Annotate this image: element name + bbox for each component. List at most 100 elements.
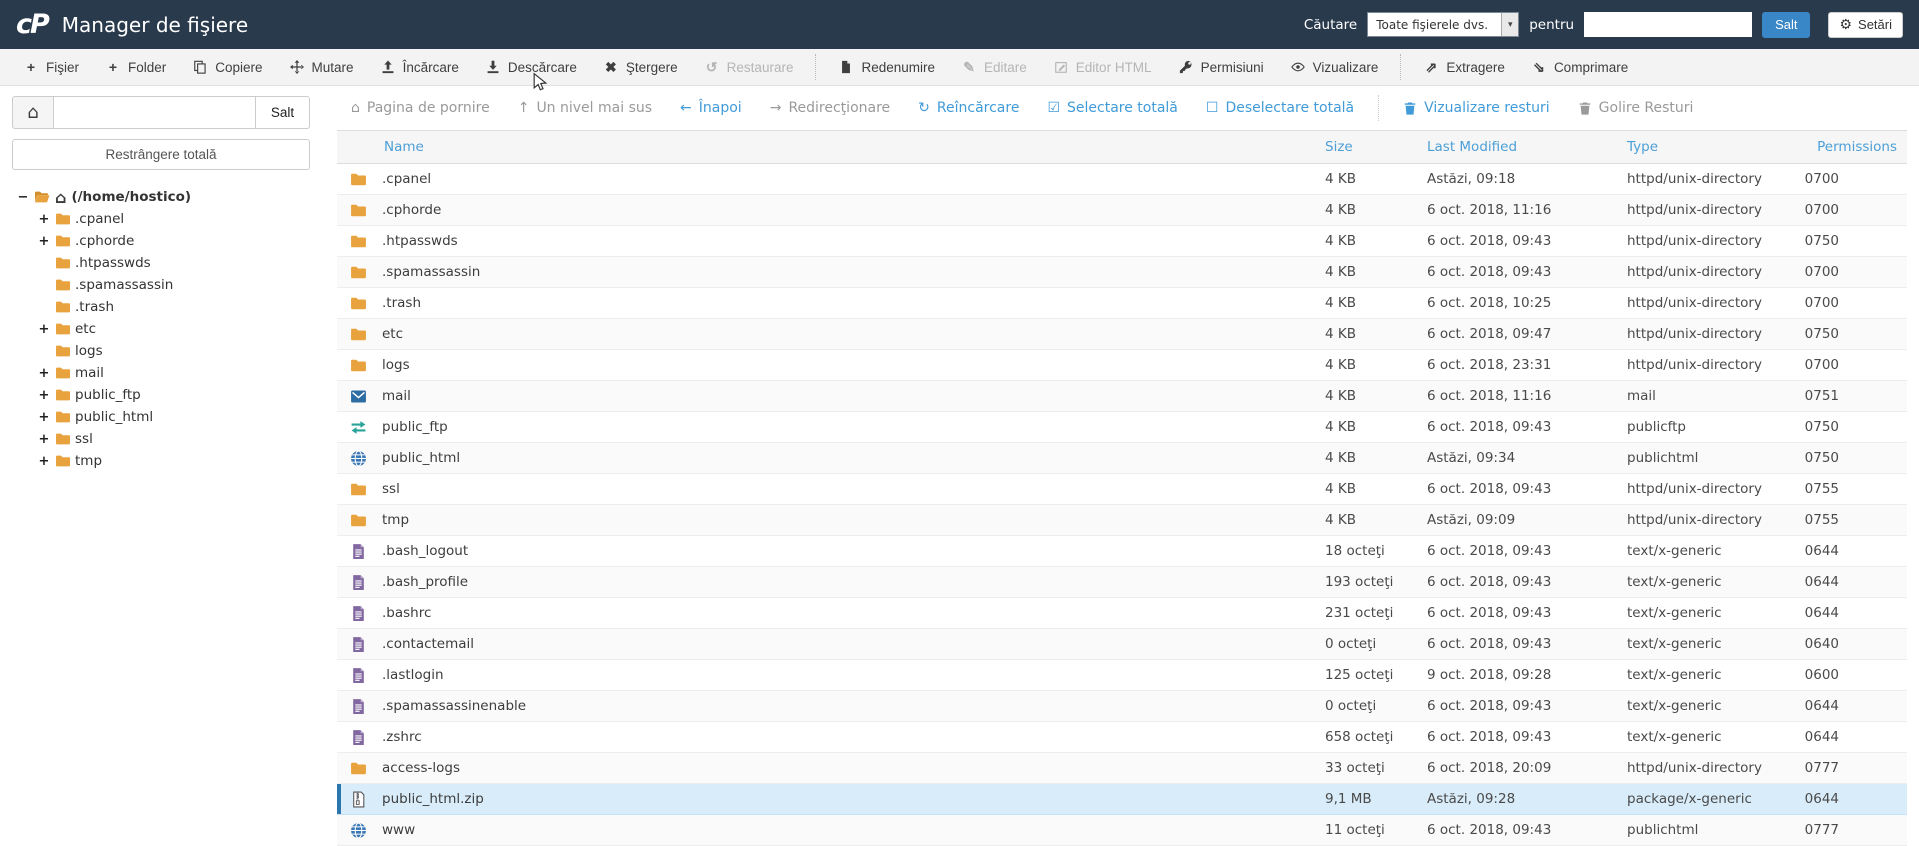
zip-icon — [350, 791, 367, 808]
home-button[interactable]: ⌂ — [12, 96, 54, 129]
column-header-size[interactable]: Size — [1311, 131, 1413, 164]
folder-icon — [55, 255, 71, 271]
file-row-.spamassassin[interactable]: .spamassassin4 KB6 oct. 2018, 09:43httpd… — [337, 257, 1907, 288]
file-row-.bashrc[interactable]: .bashrc231 octeţi6 oct. 2018, 09:43text/… — [337, 598, 1907, 629]
path-go-button[interactable]: Salt — [256, 96, 310, 129]
collapse-all-button[interactable]: Restrângere totală — [12, 139, 310, 170]
tree-item-public_ftp[interactable]: +public_ftp — [16, 384, 310, 406]
nav-link-selectare-totală[interactable]: ☑Selectare totală — [1033, 100, 1191, 116]
file-row-.lastlogin[interactable]: .lastlogin125 octeţi9 oct. 2018, 09:28te… — [337, 660, 1907, 691]
expand-expander-icon[interactable]: + — [37, 388, 51, 403]
file-row-www[interactable]: www11 octeţi6 oct. 2018, 09:43publichtml… — [337, 815, 1907, 846]
settings-button[interactable]: ⚙ Setări — [1828, 12, 1903, 38]
toolbar-button-redenumire[interactable]: Redenumire — [825, 49, 948, 85]
toolbar-button-label: Editare — [984, 60, 1027, 75]
sidebar-path-bar: ⌂ Salt — [12, 96, 310, 129]
toolbar-button-folder[interactable]: +Folder — [92, 49, 179, 85]
nav-link-înapoi[interactable]: ←Înapoi — [666, 100, 756, 116]
pencil-icon: ✎ — [961, 59, 977, 76]
search-go-button[interactable]: Salt — [1762, 12, 1810, 38]
expand-expander-icon[interactable]: + — [37, 410, 51, 425]
expand-expander-icon[interactable]: + — [37, 212, 51, 227]
file-row-.zshrc[interactable]: .zshrc658 octeţi6 oct. 2018, 09:43text/x… — [337, 722, 1907, 753]
column-header-permissions[interactable]: Permissions — [1795, 131, 1907, 164]
column-header-last-modified[interactable]: Last Modified — [1413, 131, 1613, 164]
toolbar-button-ştergere[interactable]: ✖Ştergere — [590, 49, 691, 85]
file-row-.bash_logout[interactable]: .bash_logout18 octeţi6 oct. 2018, 09:43t… — [337, 536, 1907, 567]
file-row-.trash[interactable]: .trash4 KB6 oct. 2018, 10:25httpd/unix-d… — [337, 288, 1907, 319]
toolbar-button-încărcare[interactable]: Încărcare — [367, 49, 472, 85]
column-header-name[interactable]: Name — [337, 131, 1311, 164]
folder-open-icon — [34, 189, 50, 205]
file-name-wrap: mail — [337, 388, 1311, 405]
file-name: .bashrc — [382, 605, 431, 621]
expand-expander-icon[interactable]: + — [37, 432, 51, 447]
file-name-wrap: .bashrc — [337, 605, 1311, 622]
search-label: Căutare — [1304, 17, 1357, 33]
cell-modified: 6 oct. 2018, 09:43 — [1413, 257, 1613, 288]
search-scope-select[interactable]: Toate fişierele dvs. ▾ — [1367, 12, 1519, 37]
toolbar-button-vizualizare[interactable]: Vizualizare — [1277, 49, 1392, 85]
nav-link-deselectare-totală[interactable]: ☐Deselectare totală — [1192, 100, 1368, 116]
expand-expander-icon[interactable]: + — [37, 366, 51, 381]
file-row-.bash_profile[interactable]: .bash_profile193 octeţi6 oct. 2018, 09:4… — [337, 567, 1907, 598]
tree-item-public_html[interactable]: +public_html — [16, 406, 310, 428]
tree-item-logs[interactable]: logs — [16, 340, 310, 362]
toolbar-button-comprimare[interactable]: ⇘Comprimare — [1518, 49, 1641, 85]
tree-item-label: .trash — [75, 299, 114, 315]
file-row-ssl[interactable]: ssl4 KB6 oct. 2018, 09:43httpd/unix-dire… — [337, 474, 1907, 505]
nav-link-reîncărcare[interactable]: ↻Reîncărcare — [904, 100, 1033, 116]
expand-expander-icon[interactable]: + — [37, 322, 51, 337]
file-row-public_html[interactable]: public_html4 KBAstăzi, 09:34publichtml07… — [337, 443, 1907, 474]
file-row-logs[interactable]: logs4 KB6 oct. 2018, 23:31httpd/unix-dir… — [337, 350, 1907, 381]
cell-size: 231 octeţi — [1311, 598, 1413, 629]
cell-type: httpd/unix-directory — [1613, 257, 1795, 288]
nav-link-label: Deselectare totală — [1225, 100, 1354, 116]
toolbar-button-mutare[interactable]: Mutare — [276, 49, 367, 85]
tree-item-etc[interactable]: +etc — [16, 318, 310, 340]
expand-expander-icon[interactable]: + — [37, 234, 51, 249]
search-input[interactable] — [1584, 12, 1752, 37]
column-header-type[interactable]: Type — [1613, 131, 1795, 164]
file-row-.htpasswds[interactable]: .htpasswds4 KB6 oct. 2018, 09:43httpd/un… — [337, 226, 1907, 257]
tree-item-.spamassassin[interactable]: .spamassassin — [16, 274, 310, 296]
tree-item-homehostico[interactable]: −⌂(/home/hostico) — [16, 186, 310, 208]
file-row-access-logs[interactable]: access-logs33 octeţi6 oct. 2018, 20:09ht… — [337, 753, 1907, 784]
path-input[interactable] — [54, 96, 256, 129]
tree-item-.cphorde[interactable]: +.cphorde — [16, 230, 310, 252]
toolbar-button-copiere[interactable]: Copiere — [179, 49, 275, 85]
file-name: .lastlogin — [382, 667, 444, 683]
cell-modified: 6 oct. 2018, 09:43 — [1413, 412, 1613, 443]
envelope-icon — [350, 388, 367, 405]
tree-item-tmp[interactable]: +tmp — [16, 450, 310, 472]
expand-expander-icon[interactable]: + — [37, 454, 51, 469]
tree-item-ssl[interactable]: +ssl — [16, 428, 310, 450]
file-row-public_html.zip[interactable]: public_html.zip9,1 MBAstăzi, 09:28packag… — [337, 784, 1907, 815]
file-row-.cphorde[interactable]: .cphorde4 KB6 oct. 2018, 11:16httpd/unix… — [337, 195, 1907, 226]
tree-item-.cpanel[interactable]: +.cpanel — [16, 208, 310, 230]
file-row-public_ftp[interactable]: public_ftp4 KB6 oct. 2018, 09:43publicft… — [337, 412, 1907, 443]
arrow-left-icon: ← — [680, 100, 692, 116]
cell-size: 0 octeţi — [1311, 691, 1413, 722]
nav-link-vizualizare-resturi[interactable]: Vizualizare resturi — [1389, 100, 1564, 116]
toolbar-button-fişier[interactable]: +Fişier — [10, 49, 92, 85]
collapse-expander-icon[interactable]: − — [16, 190, 30, 205]
file-row-mail[interactable]: mail4 KB6 oct. 2018, 11:16mail0751 — [337, 381, 1907, 412]
folder-icon — [350, 760, 367, 777]
cell-size: 4 KB — [1311, 381, 1413, 412]
toolbar-button-permisiuni[interactable]: Permisiuni — [1165, 49, 1277, 85]
tree-item-mail[interactable]: +mail — [16, 362, 310, 384]
file-row-.contactemail[interactable]: .contactemail0 octeţi6 oct. 2018, 09:43t… — [337, 629, 1907, 660]
rename-file-icon — [838, 60, 854, 74]
file-row-.spamassassinenable[interactable]: .spamassassinenable0 octeţi6 oct. 2018, … — [337, 691, 1907, 722]
file-row-etc[interactable]: etc4 KB6 oct. 2018, 09:47httpd/unix-dire… — [337, 319, 1907, 350]
cell-modified: Astăzi, 09:28 — [1413, 784, 1613, 815]
file-row-.cpanel[interactable]: .cpanel4 KBAstăzi, 09:18httpd/unix-direc… — [337, 164, 1907, 195]
tree-item-.trash[interactable]: .trash — [16, 296, 310, 318]
toolbar-button-extragere[interactable]: ⇗Extragere — [1410, 49, 1518, 85]
file-row-tmp[interactable]: tmp4 KBAstăzi, 09:09httpd/unix-directory… — [337, 505, 1907, 536]
cell-type: text/x-generic — [1613, 691, 1795, 722]
tree-item-.htpasswds[interactable]: .htpasswds — [16, 252, 310, 274]
toolbar-button-descărcare[interactable]: Descărcare — [472, 49, 590, 85]
cell-modified: 6 oct. 2018, 09:43 — [1413, 226, 1613, 257]
